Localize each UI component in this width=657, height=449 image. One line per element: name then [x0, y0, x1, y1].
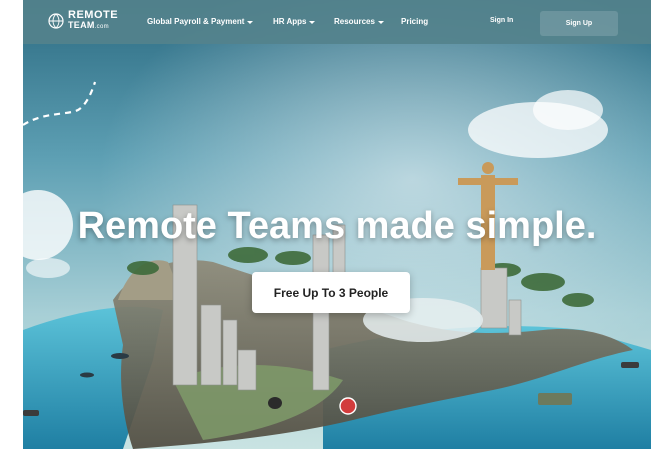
top-nav-bar: REMOTE TEAM.com Global Payroll & Payment…	[23, 0, 651, 44]
globe-icon	[48, 13, 64, 29]
nav-hr-apps[interactable]: HR Apps	[273, 17, 316, 26]
nav-resources[interactable]: Resources	[334, 17, 384, 26]
nav-pricing-label: Pricing	[401, 17, 429, 26]
nav-resources-label: Resources	[334, 17, 375, 26]
cloud	[26, 258, 70, 278]
hero-headline: Remote Teams made simple.	[77, 205, 597, 247]
beach-umbrella	[339, 397, 357, 415]
brand-suffix: .com	[94, 24, 109, 30]
caret-down-icon	[247, 20, 254, 24]
brand-wordmark: REMOTE TEAM.com	[68, 10, 118, 32]
nav-global-payroll[interactable]: Global Payroll & Payment	[147, 17, 254, 26]
sign-up-label: Sign Up	[565, 20, 593, 27]
caret-down-icon	[309, 20, 316, 24]
ostrich	[268, 397, 282, 409]
nav-hr-apps-label: HR Apps	[273, 17, 307, 26]
boat	[23, 410, 39, 416]
brand-logo[interactable]: REMOTE TEAM.com	[48, 10, 118, 32]
nav-global-payroll-label: Global Payroll & Payment	[147, 17, 245, 26]
brand-line1: REMOTE	[68, 9, 119, 21]
boat	[621, 362, 639, 368]
whale	[80, 372, 94, 378]
boat	[538, 393, 572, 405]
cta-label: Free Up To 3 People	[273, 285, 389, 300]
page-frame: REMOTE TEAM.com Global Payroll & Payment…	[23, 0, 651, 449]
brand-line2: TEAM.com	[68, 20, 118, 32]
cloud	[533, 90, 603, 130]
brand-line2-text: TEAM	[68, 20, 95, 30]
sign-in-link[interactable]: Sign In	[490, 17, 513, 24]
free-up-to-3-people-button[interactable]: Free Up To 3 People	[252, 272, 410, 313]
caret-down-icon	[377, 20, 384, 24]
whale	[111, 353, 129, 359]
sign-in-label: Sign In	[490, 17, 514, 24]
sign-up-button[interactable]: Sign Up	[540, 11, 618, 36]
nav-pricing[interactable]: Pricing	[401, 17, 428, 26]
